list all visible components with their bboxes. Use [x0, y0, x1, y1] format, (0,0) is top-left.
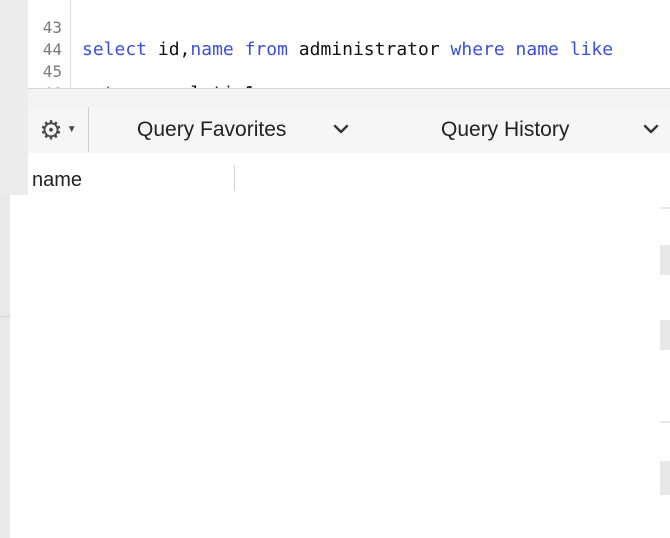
gear-icon: ⚙: [39, 114, 63, 145]
rail-mark: [660, 421, 670, 423]
editor-line[interactable]: 44: [28, 17, 670, 59]
query-toolbar: ⚙ ▼ Query Favorites Query History: [28, 107, 670, 154]
rail-mark: [660, 245, 670, 275]
query-history-menu[interactable]: Query History: [441, 107, 569, 152]
gear-menu-button[interactable]: ⚙ ▼: [28, 107, 89, 152]
rail-mark: [660, 207, 670, 209]
editor-line[interactable]: 43 select id,name from administrator whe…: [28, 0, 670, 60]
rail-mark: [660, 320, 670, 350]
editor-line[interactable]: 46 select name from administrator: [28, 61, 670, 88]
results-table-body[interactable]: [10, 195, 660, 538]
chevron-down-icon[interactable]: [641, 119, 661, 139]
query-history-label: Query History: [441, 117, 570, 141]
chevron-down-icon[interactable]: [331, 119, 351, 139]
query-editor[interactable]: 43 select id,name from administrator whe…: [28, 0, 670, 88]
column-resize-handle[interactable]: [234, 165, 235, 191]
query-favorites-menu[interactable]: Query Favorites: [137, 107, 286, 152]
editor-splitter[interactable]: [28, 88, 670, 108]
results-table-header: name: [28, 153, 670, 195]
rail-mark: [660, 461, 670, 495]
results-scroll-rail: [660, 195, 670, 538]
editor-line[interactable]: 45 set names latin1: [28, 39, 670, 88]
caret-down-icon: ▼: [66, 124, 77, 135]
divider: [0, 316, 10, 317]
left-panel-edge: [0, 195, 10, 538]
column-header-name[interactable]: name: [32, 169, 82, 192]
query-favorites-label: Query Favorites: [137, 117, 287, 141]
